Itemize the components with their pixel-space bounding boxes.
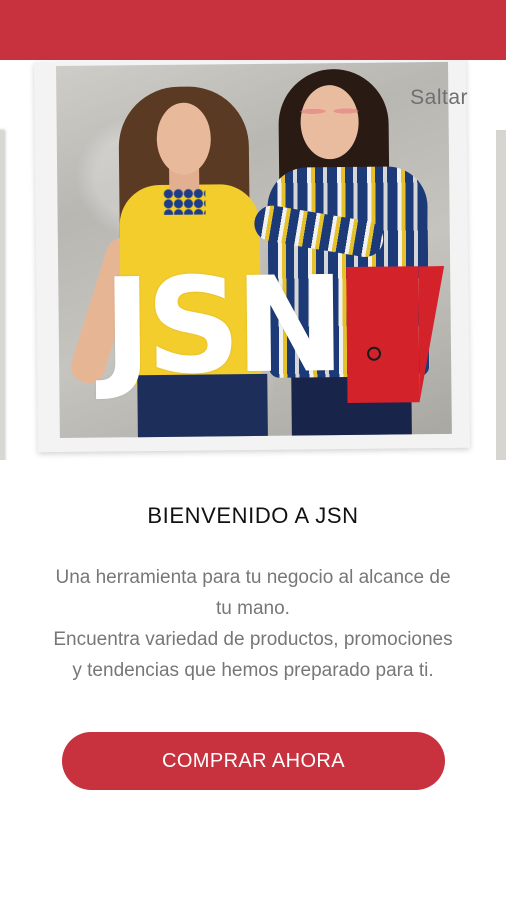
description-line: Encuentra variedad de productos, promoci…: [53, 629, 453, 650]
promo-photo: JSN: [56, 61, 452, 439]
buy-now-button[interactable]: COMPRAR AHORA: [62, 732, 445, 790]
description-line: Una herramienta para tu negocio al alcan…: [55, 567, 451, 588]
welcome-description: Una herramienta para tu negocio al alcan…: [16, 562, 490, 686]
jsn-logo-mark: [346, 266, 420, 404]
onboarding-carousel[interactable]: JSN Saltar: [0, 60, 506, 460]
previous-slide-edge: [0, 130, 4, 460]
next-slide-edge: [496, 130, 506, 460]
jsn-logo-text: JSN: [101, 248, 341, 405]
status-bar: [0, 0, 506, 60]
promo-photo-card: JSN: [33, 60, 471, 453]
description-line: tu mano.: [216, 598, 290, 619]
skip-button[interactable]: Saltar: [410, 86, 468, 110]
description-line: y tendencias que hemos preparado para ti…: [72, 660, 434, 681]
welcome-title: BIENVENIDO A JSN: [147, 503, 359, 528]
